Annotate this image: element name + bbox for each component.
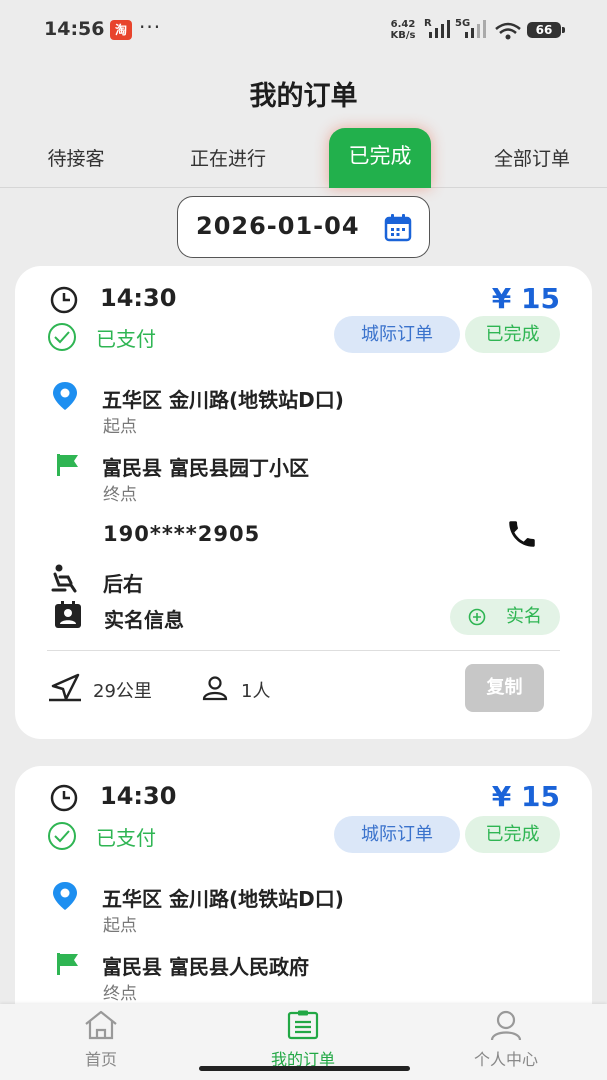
order-type-badge: 城际订单 — [334, 816, 460, 853]
status-time: 14:56 — [44, 18, 105, 40]
nav-home[interactable]: 首页 — [26, 1010, 176, 1070]
clock-icon — [50, 286, 78, 314]
end-label: 终点 — [103, 485, 137, 505]
payment-status: 已支付 — [96, 826, 156, 850]
flag-icon — [57, 953, 78, 975]
order-list-icon — [287, 1010, 319, 1040]
start-address: 五华区 金川路(地铁站D口) — [102, 388, 344, 412]
navigation-arrow-icon — [49, 673, 81, 702]
real-name-button[interactable]: 实名 — [450, 599, 560, 635]
network-speed-unit: KB/s — [390, 30, 416, 41]
start-address: 五华区 金川路(地铁站D口) — [102, 887, 344, 911]
taobao-app-icon: 淘 — [110, 20, 132, 40]
order-price: ¥ 15 — [491, 282, 560, 315]
id-card-icon — [55, 601, 81, 628]
date-picker[interactable]: 2026-01-04 — [177, 196, 430, 258]
date-value: 2026-01-04 — [196, 212, 360, 240]
tab-pending-pickup[interactable]: 待接客 — [36, 134, 116, 188]
start-label: 起点 — [103, 916, 137, 936]
clock-icon — [50, 784, 78, 812]
network-speed-value: 6.42 — [390, 19, 416, 30]
location-pin-icon — [53, 382, 77, 410]
tab-all-orders[interactable]: 全部订单 — [482, 134, 582, 188]
order-time: 14:30 — [100, 284, 177, 312]
wifi-icon — [495, 22, 521, 40]
nav-my-orders[interactable]: 我的订单 — [228, 1010, 378, 1070]
real-name-button-label: 实名 — [506, 606, 542, 627]
battery-indicator: 66 — [527, 22, 565, 38]
status-bar: 14:56 淘 ··· 6.42 KB/s R 5G 66 — [0, 0, 607, 62]
check-circle-icon — [48, 323, 76, 351]
calendar-icon[interactable] — [383, 213, 413, 243]
order-type-badge: 城际订单 — [334, 316, 460, 353]
order-status-tabs: 待接客 正在进行 已完成 全部订单 — [0, 124, 607, 188]
add-circle-icon — [468, 608, 486, 626]
order-status-badge: 已完成 — [465, 816, 560, 853]
end-address: 富民县 富民县园丁小区 — [102, 456, 309, 480]
seat-position: 后右 — [103, 572, 143, 596]
nav-profile[interactable]: 个人中心 — [431, 1010, 581, 1070]
order-time: 14:30 — [100, 782, 177, 810]
person-icon — [490, 1010, 522, 1041]
order-card[interactable]: 14:30 ¥ 15 已支付 城际订单 已完成 五华区 金川路(地铁站D口) 起… — [15, 266, 592, 739]
check-circle-icon — [48, 822, 76, 850]
order-price: ¥ 15 — [491, 780, 560, 813]
nav-home-label: 首页 — [84, 1050, 117, 1069]
home-icon — [85, 1010, 117, 1040]
trip-distance: 29公里 — [93, 681, 152, 702]
home-indicator[interactable] — [199, 1066, 410, 1071]
passenger-count-icon — [202, 676, 228, 701]
nav-profile-label: 个人中心 — [473, 1050, 538, 1069]
start-label: 起点 — [103, 417, 137, 437]
passenger-phone: 190****2905 — [103, 522, 261, 546]
network-speed: 6.42 KB/s — [388, 19, 418, 41]
end-address: 富民县 富民县人民政府 — [102, 955, 309, 979]
divider — [47, 650, 560, 651]
payment-status: 已支付 — [96, 327, 156, 351]
flag-icon — [57, 454, 78, 476]
copy-button[interactable]: 复制 — [465, 664, 544, 712]
phone-call-icon[interactable] — [503, 517, 541, 551]
tab-in-progress[interactable]: 正在进行 — [178, 134, 278, 188]
more-notifications-icon: ··· — [139, 15, 162, 39]
order-status-badge: 已完成 — [465, 316, 560, 353]
signal-5g-icon — [465, 20, 486, 38]
location-pin-icon — [53, 882, 77, 910]
tab-completed[interactable]: 已完成 — [329, 128, 431, 188]
page-title: 我的订单 — [249, 81, 358, 112]
seat-icon — [51, 564, 77, 593]
real-name-info-label: 实名信息 — [104, 608, 184, 632]
end-label: 终点 — [103, 984, 137, 1004]
signal-icon — [429, 20, 450, 38]
passenger-count: 1人 — [241, 681, 271, 702]
